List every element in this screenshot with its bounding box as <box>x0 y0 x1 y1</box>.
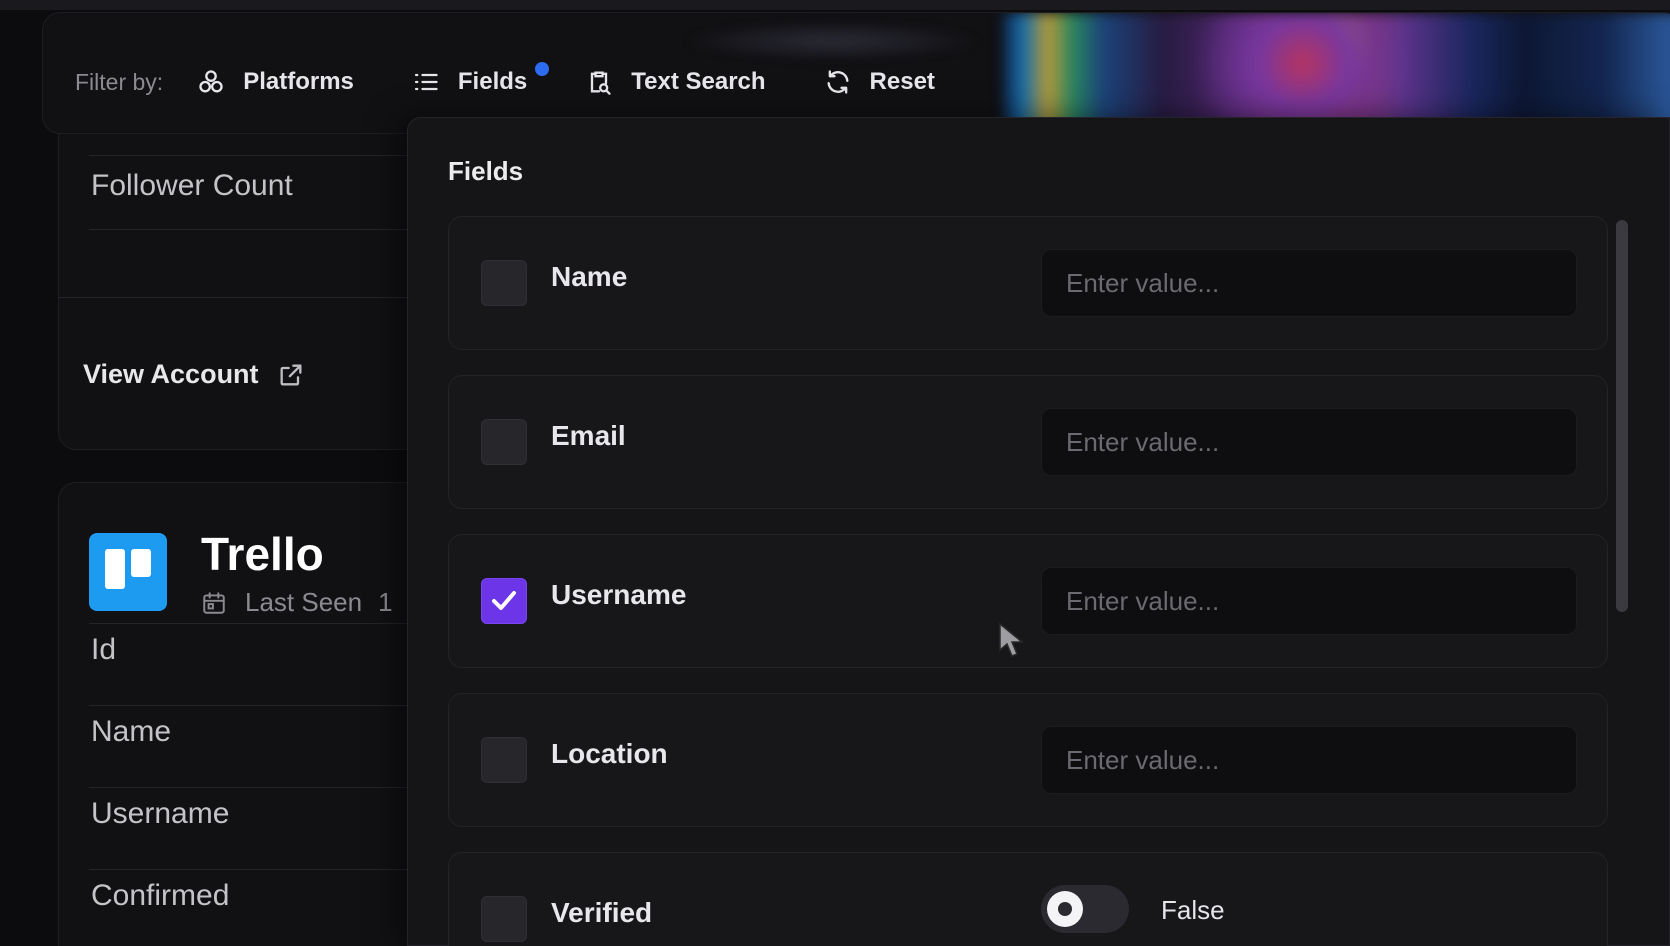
row-label-username: Username <box>91 797 230 830</box>
email-checkbox[interactable] <box>481 419 527 465</box>
active-filter-badge <box>535 62 550 76</box>
row-label-follower-count: Follower Count <box>91 169 293 202</box>
blurred-background-art <box>1003 13 1670 133</box>
window-top-edge <box>0 0 1670 10</box>
field-label-verified: Verified <box>551 897 653 928</box>
username-value-input[interactable] <box>1041 567 1577 635</box>
location-value-input[interactable] <box>1041 726 1577 794</box>
platforms-icon <box>199 70 223 93</box>
row-label-id: Id <box>91 633 117 666</box>
verified-toggle[interactable] <box>1041 885 1129 933</box>
mouse-cursor-icon <box>999 622 1025 657</box>
field-label-username: Username <box>551 579 687 610</box>
platforms-filter-label: Platforms <box>243 68 354 95</box>
row-label-confirmed: Confirmed <box>91 879 230 912</box>
blurred-background <box>683 21 983 61</box>
view-account-link[interactable]: View Account <box>83 359 305 390</box>
reset-filter-label: Reset <box>869 68 935 95</box>
filter-row: Filter by: Platforms Fields Text Search <box>75 57 993 107</box>
field-label-name: Name <box>551 261 628 292</box>
field-label-location: Location <box>551 738 668 769</box>
verified-toggle-value: False <box>1161 895 1225 925</box>
filter-by-label: Filter by: <box>75 68 164 95</box>
checkmark-icon <box>492 591 516 610</box>
list-icon <box>414 73 438 91</box>
filter-bar: Filter by: Platforms Fields Text Search <box>42 12 1670 134</box>
fields-dropdown-panel: Fields Name Email Username Location <box>407 117 1670 946</box>
trello-logo-icon <box>89 533 167 611</box>
last-seen-value: 1 <box>378 587 393 617</box>
field-row-location: Location <box>448 693 1608 827</box>
row-label-name: Name <box>91 715 172 748</box>
username-checkbox[interactable] <box>481 578 527 624</box>
name-checkbox[interactable] <box>481 260 527 306</box>
location-checkbox[interactable] <box>481 737 527 783</box>
field-label-email: Email <box>551 420 626 451</box>
clipboard-search-icon <box>591 71 611 95</box>
field-row-name: Name <box>448 216 1608 350</box>
panel-scrollbar-thumb[interactable] <box>1616 220 1628 612</box>
name-value-input[interactable] <box>1041 249 1577 317</box>
external-link-icon <box>280 364 302 385</box>
refresh-icon <box>827 70 849 94</box>
view-account-label: View Account <box>83 359 259 389</box>
fields-filter-button[interactable]: Fields <box>412 62 550 96</box>
field-row-email: Email <box>448 375 1608 509</box>
platform-name: Trello <box>201 528 324 580</box>
reset-filter-button[interactable]: Reset <box>824 68 935 96</box>
app-stage: Follower Count View Account Trello Last … <box>0 0 1670 946</box>
field-row-verified: Verified False <box>448 852 1608 946</box>
panel-title: Fields <box>448 156 524 186</box>
toggle-knob <box>1047 891 1083 927</box>
calendar-icon <box>203 591 225 614</box>
email-value-input[interactable] <box>1041 408 1577 476</box>
last-seen: Last Seen 1 <box>201 587 393 618</box>
platforms-filter-button[interactable]: Platforms <box>197 68 354 96</box>
verified-checkbox[interactable] <box>481 896 527 942</box>
text-search-filter-button[interactable]: Text Search <box>585 68 766 96</box>
text-search-filter-label: Text Search <box>631 68 766 95</box>
last-seen-label: Last Seen <box>245 587 363 617</box>
fields-filter-label: Fields <box>457 68 528 95</box>
